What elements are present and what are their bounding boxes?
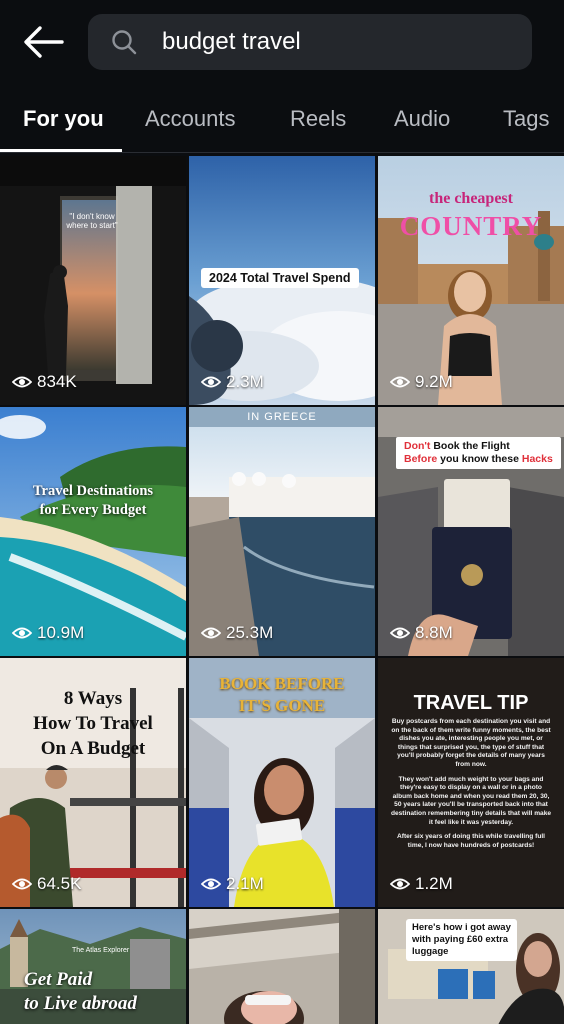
tile-quote: "I don't know where to start": [66, 212, 118, 230]
view-count: 2.1M: [201, 873, 264, 895]
tab-accounts[interactable]: Accounts: [145, 106, 236, 138]
eye-icon: [12, 627, 32, 639]
view-count-text: 2.3M: [226, 372, 264, 391]
tile-caption-line1: Get Paid: [24, 969, 93, 990]
eye-icon: [12, 376, 32, 388]
reel-tile-3[interactable]: the cheapest COUNTRY 9.2M: [378, 156, 564, 405]
tile-body-p1: Buy postcards from each destination you …: [391, 718, 551, 768]
tile-caption-line2: IT'S GONE: [238, 696, 326, 715]
tab-reels[interactable]: Reels: [290, 106, 346, 138]
back-arrow-icon[interactable]: [22, 24, 64, 60]
caption-book-flight: Book the Flight: [430, 440, 510, 452]
tile-caption-line1: Travel Destinations: [32, 483, 154, 499]
tile-caption-line2: How To Travel: [33, 713, 153, 734]
tile-caption-line2: to Live abroad: [24, 993, 137, 1014]
view-count: 8.8M: [390, 622, 453, 644]
tile-caption-line2: with paying £60 extra: [412, 934, 509, 945]
eye-icon: [390, 376, 410, 388]
tile-caption-line1: Here's how i got away: [412, 922, 511, 933]
tab-bar: For you Accounts Reels Audio Tags: [0, 92, 564, 154]
view-count: 1.2M: [390, 873, 453, 895]
tile-caption-line1: BOOK BEFORE: [219, 674, 345, 693]
view-count-text: 9.2M: [415, 372, 453, 391]
view-count-text: 64.5K: [37, 874, 82, 893]
view-count: 25.3M: [201, 622, 273, 644]
caption-before: Before: [404, 453, 438, 465]
results-grid: "I don't know where to start" 834K 2024 …: [0, 156, 564, 1024]
caption-hacks: Hacks: [521, 453, 553, 465]
view-count-text: 1.2M: [415, 874, 453, 893]
tile-caption: 2024 Total Travel Spend: [201, 268, 359, 288]
view-count-text: 10.9M: [37, 623, 85, 642]
reel-tile-5[interactable]: IN GREECE 25.3M: [189, 407, 375, 656]
tab-for-you[interactable]: For you: [23, 106, 104, 138]
view-count-text: 25.3M: [226, 623, 274, 642]
view-count-text: 834K: [37, 372, 77, 391]
tile-caption-line2: for Every Budget: [39, 502, 147, 518]
tile-caption-line1: 8 Ways: [63, 688, 123, 709]
view-count: 64.5K: [12, 873, 81, 895]
view-count: 9.2M: [390, 371, 453, 393]
tile-caption-line1: the cheapest: [429, 190, 513, 207]
search-icon: [112, 30, 137, 55]
reel-tile-6[interactable]: Don't Book the Flight Before you know th…: [378, 407, 564, 656]
eye-icon: [201, 376, 221, 388]
search-bar[interactable]: [88, 14, 532, 70]
view-count: 2.3M: [201, 371, 264, 393]
reel-tile-2[interactable]: 2024 Total Travel Spend 2.3M: [189, 156, 375, 405]
view-count: 10.9M: [12, 622, 84, 644]
tile-header: IN GREECE: [247, 411, 317, 423]
eye-icon: [390, 627, 410, 639]
eye-icon: [390, 878, 410, 890]
tile-body-p2: They won't add much weight to your bags …: [390, 775, 552, 826]
reel-thumbnail: [189, 909, 375, 1024]
tile-caption: Don't Book the Flight Before you know th…: [396, 437, 561, 469]
reel-thumbnail: [189, 407, 375, 656]
search-input[interactable]: [162, 14, 512, 70]
eye-icon: [201, 878, 221, 890]
eye-icon: [12, 878, 32, 890]
tile-caption-line3: On A Budget: [40, 738, 146, 759]
view-count: 834K: [12, 371, 77, 393]
tab-divider: [0, 152, 564, 153]
reel-tile-9[interactable]: TRAVEL TIP Buy postcards from each desti…: [378, 658, 564, 907]
reel-tile-4[interactable]: Travel Destinations for Every Budget 10.…: [0, 407, 186, 656]
tab-audio[interactable]: Audio: [394, 106, 450, 138]
tile-caption-line2: COUNTRY: [399, 211, 543, 241]
caption-you-know: you know these: [437, 453, 522, 465]
tile-body-p3: After six years of doing this while trav…: [396, 833, 546, 849]
reel-thumbnail: [0, 156, 186, 405]
tile-caption: Here's how i got away with paying £60 ex…: [406, 919, 517, 961]
reel-thumbnail: [0, 407, 186, 656]
tab-tags[interactable]: Tags: [503, 106, 549, 138]
reel-tile-7[interactable]: 8 Ways How To Travel On A Budget 64.5K: [0, 658, 186, 907]
tile-body: Buy postcards from each destination you …: [390, 718, 552, 850]
reel-tile-10[interactable]: The Atlas Explorer Get Paid to Live abro…: [0, 909, 186, 1024]
view-count-text: 8.8M: [415, 623, 453, 642]
tile-brand: The Atlas Explorer: [72, 947, 130, 954]
tile-caption-line3: luggage: [412, 946, 449, 957]
tile-title: TRAVEL TIP: [413, 692, 529, 714]
view-count-text: 2.1M: [226, 874, 264, 893]
top-bar: [0, 0, 564, 92]
reel-tile-11[interactable]: [189, 909, 375, 1024]
eye-icon: [201, 627, 221, 639]
reel-tile-8[interactable]: BOOK BEFORE IT'S GONE 2.1M: [189, 658, 375, 907]
caption-dont: Don't: [404, 440, 431, 452]
reel-tile-12[interactable]: Here's how i got away with paying £60 ex…: [378, 909, 564, 1024]
reel-tile-1[interactable]: "I don't know where to start" 834K: [0, 156, 186, 405]
